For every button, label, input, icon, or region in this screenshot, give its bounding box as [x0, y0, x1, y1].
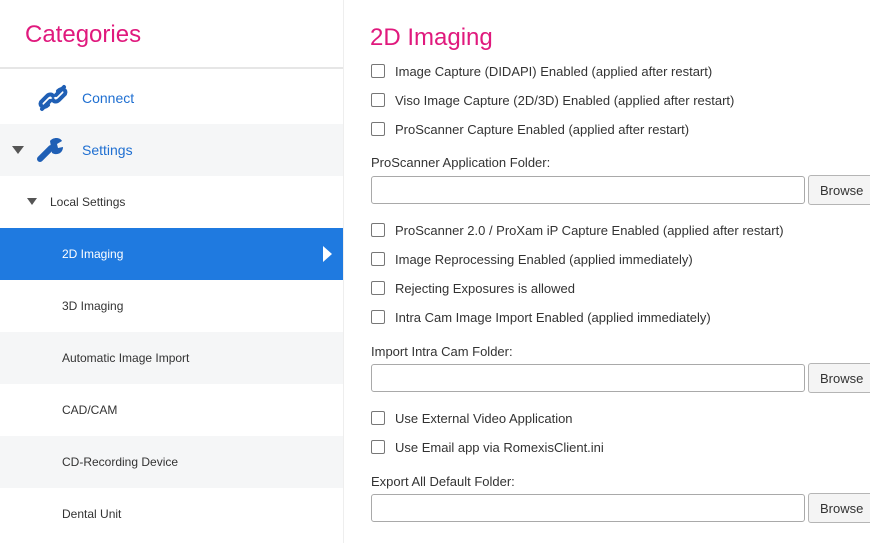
- viso-image-capture-checkbox[interactable]: [371, 93, 385, 107]
- sidebar-item-label: Local Settings: [50, 195, 126, 209]
- rejecting-exposures-checkbox-row[interactable]: Rejecting Exposures is allowed: [371, 279, 575, 297]
- image-capture-didapi-checkbox[interactable]: [371, 64, 385, 78]
- proscanner-2-capture-checkbox[interactable]: [371, 223, 385, 237]
- link-icon: [36, 83, 70, 118]
- proscanner-capture-checkbox-row[interactable]: ProScanner Capture Enabled (applied afte…: [371, 120, 689, 138]
- chevron-down-icon[interactable]: [27, 198, 37, 205]
- rejecting-exposures-checkbox[interactable]: [371, 281, 385, 295]
- sidebar-item-label: Dental Unit: [62, 507, 122, 521]
- checkbox-label: Image Reprocessing Enabled (applied imme…: [395, 251, 693, 267]
- sidebar-item-settings[interactable]: Settings: [0, 124, 343, 176]
- sidebar-item-label: Automatic Image Import: [62, 351, 190, 365]
- intra-cam-import-checkbox-row[interactable]: Intra Cam Image Import Enabled (applied …: [371, 308, 711, 326]
- chevron-right-icon: [323, 246, 332, 262]
- export-folder-input[interactable]: [371, 494, 805, 522]
- sidebar-item-automatic-image-import[interactable]: Automatic Image Import: [0, 332, 343, 384]
- intra-cam-folder-browse-button[interactable]: Browse: [808, 363, 870, 393]
- wrench-icon: [36, 135, 68, 170]
- intra-cam-folder-input[interactable]: [371, 364, 805, 392]
- sidebar-item-label: CAD/CAM: [62, 403, 118, 417]
- sidebar-item-label: CD-Recording Device: [62, 455, 179, 469]
- intra-cam-import-checkbox[interactable]: [371, 310, 385, 324]
- chevron-down-icon[interactable]: [12, 146, 24, 154]
- email-app-checkbox[interactable]: [371, 440, 385, 454]
- checkbox-label: Use External Video Application: [395, 410, 573, 426]
- categories-divider: [0, 67, 343, 69]
- sidebar-item-3d-imaging[interactable]: 3D Imaging: [0, 280, 343, 332]
- image-capture-didapi-checkbox-row[interactable]: Image Capture (DIDAPI) Enabled (applied …: [371, 62, 712, 80]
- panel-divider: [343, 0, 344, 543]
- proscanner-folder-input[interactable]: [371, 176, 805, 204]
- checkbox-label: Intra Cam Image Import Enabled (applied …: [395, 309, 711, 325]
- image-reprocessing-checkbox-row[interactable]: Image Reprocessing Enabled (applied imme…: [371, 250, 693, 268]
- sidebar-item-label: Settings: [82, 142, 133, 158]
- external-video-checkbox[interactable]: [371, 411, 385, 425]
- export-folder-label: Export All Default Folder:: [371, 474, 515, 489]
- proscanner-2-capture-checkbox-row[interactable]: ProScanner 2.0 / ProXam iP Capture Enabl…: [371, 221, 784, 239]
- export-folder-browse-button[interactable]: Browse: [808, 493, 870, 523]
- checkbox-label: Rejecting Exposures is allowed: [395, 280, 575, 296]
- proscanner-capture-checkbox[interactable]: [371, 122, 385, 136]
- categories-title: Categories: [25, 21, 142, 48]
- external-video-checkbox-row[interactable]: Use External Video Application: [371, 409, 573, 427]
- viso-image-capture-checkbox-row[interactable]: Viso Image Capture (2D/3D) Enabled (appl…: [371, 91, 734, 109]
- proscanner-folder-browse-button[interactable]: Browse: [808, 175, 870, 205]
- sidebar-item-cad-cam[interactable]: CAD/CAM: [0, 384, 343, 436]
- proscanner-folder-label: ProScanner Application Folder:: [371, 155, 551, 170]
- email-app-checkbox-row[interactable]: Use Email app via RomexisClient.ini: [371, 438, 604, 456]
- sidebar-item-dental-unit[interactable]: Dental Unit: [0, 488, 343, 540]
- sidebar-item-local-settings[interactable]: Local Settings: [0, 176, 343, 228]
- sidebar-item-connect[interactable]: Connect: [0, 72, 343, 124]
- sidebar-item-label: Connect: [82, 90, 135, 106]
- intra-cam-folder-label: Import Intra Cam Folder:: [371, 344, 513, 359]
- sidebar-item-label: 3D Imaging: [62, 299, 124, 313]
- sidebar-item-label: 2D Imaging: [62, 247, 124, 261]
- checkbox-label: Viso Image Capture (2D/3D) Enabled (appl…: [395, 92, 735, 108]
- categories-sidebar: Categories Connect Settings Local Settin…: [0, 0, 343, 543]
- checkbox-label: Image Capture (DIDAPI) Enabled (applied …: [395, 63, 713, 79]
- checkbox-label: ProScanner 2.0 / ProXam iP Capture Enabl…: [395, 222, 784, 238]
- checkbox-label: Use Email app via RomexisClient.ini: [395, 439, 604, 455]
- sidebar-item-2d-imaging[interactable]: 2D Imaging: [0, 228, 343, 280]
- image-reprocessing-checkbox[interactable]: [371, 252, 385, 266]
- page-title: 2D Imaging: [370, 24, 493, 51]
- sidebar-item-cd-recording-device[interactable]: CD-Recording Device: [0, 436, 343, 488]
- checkbox-label: ProScanner Capture Enabled (applied afte…: [395, 121, 690, 137]
